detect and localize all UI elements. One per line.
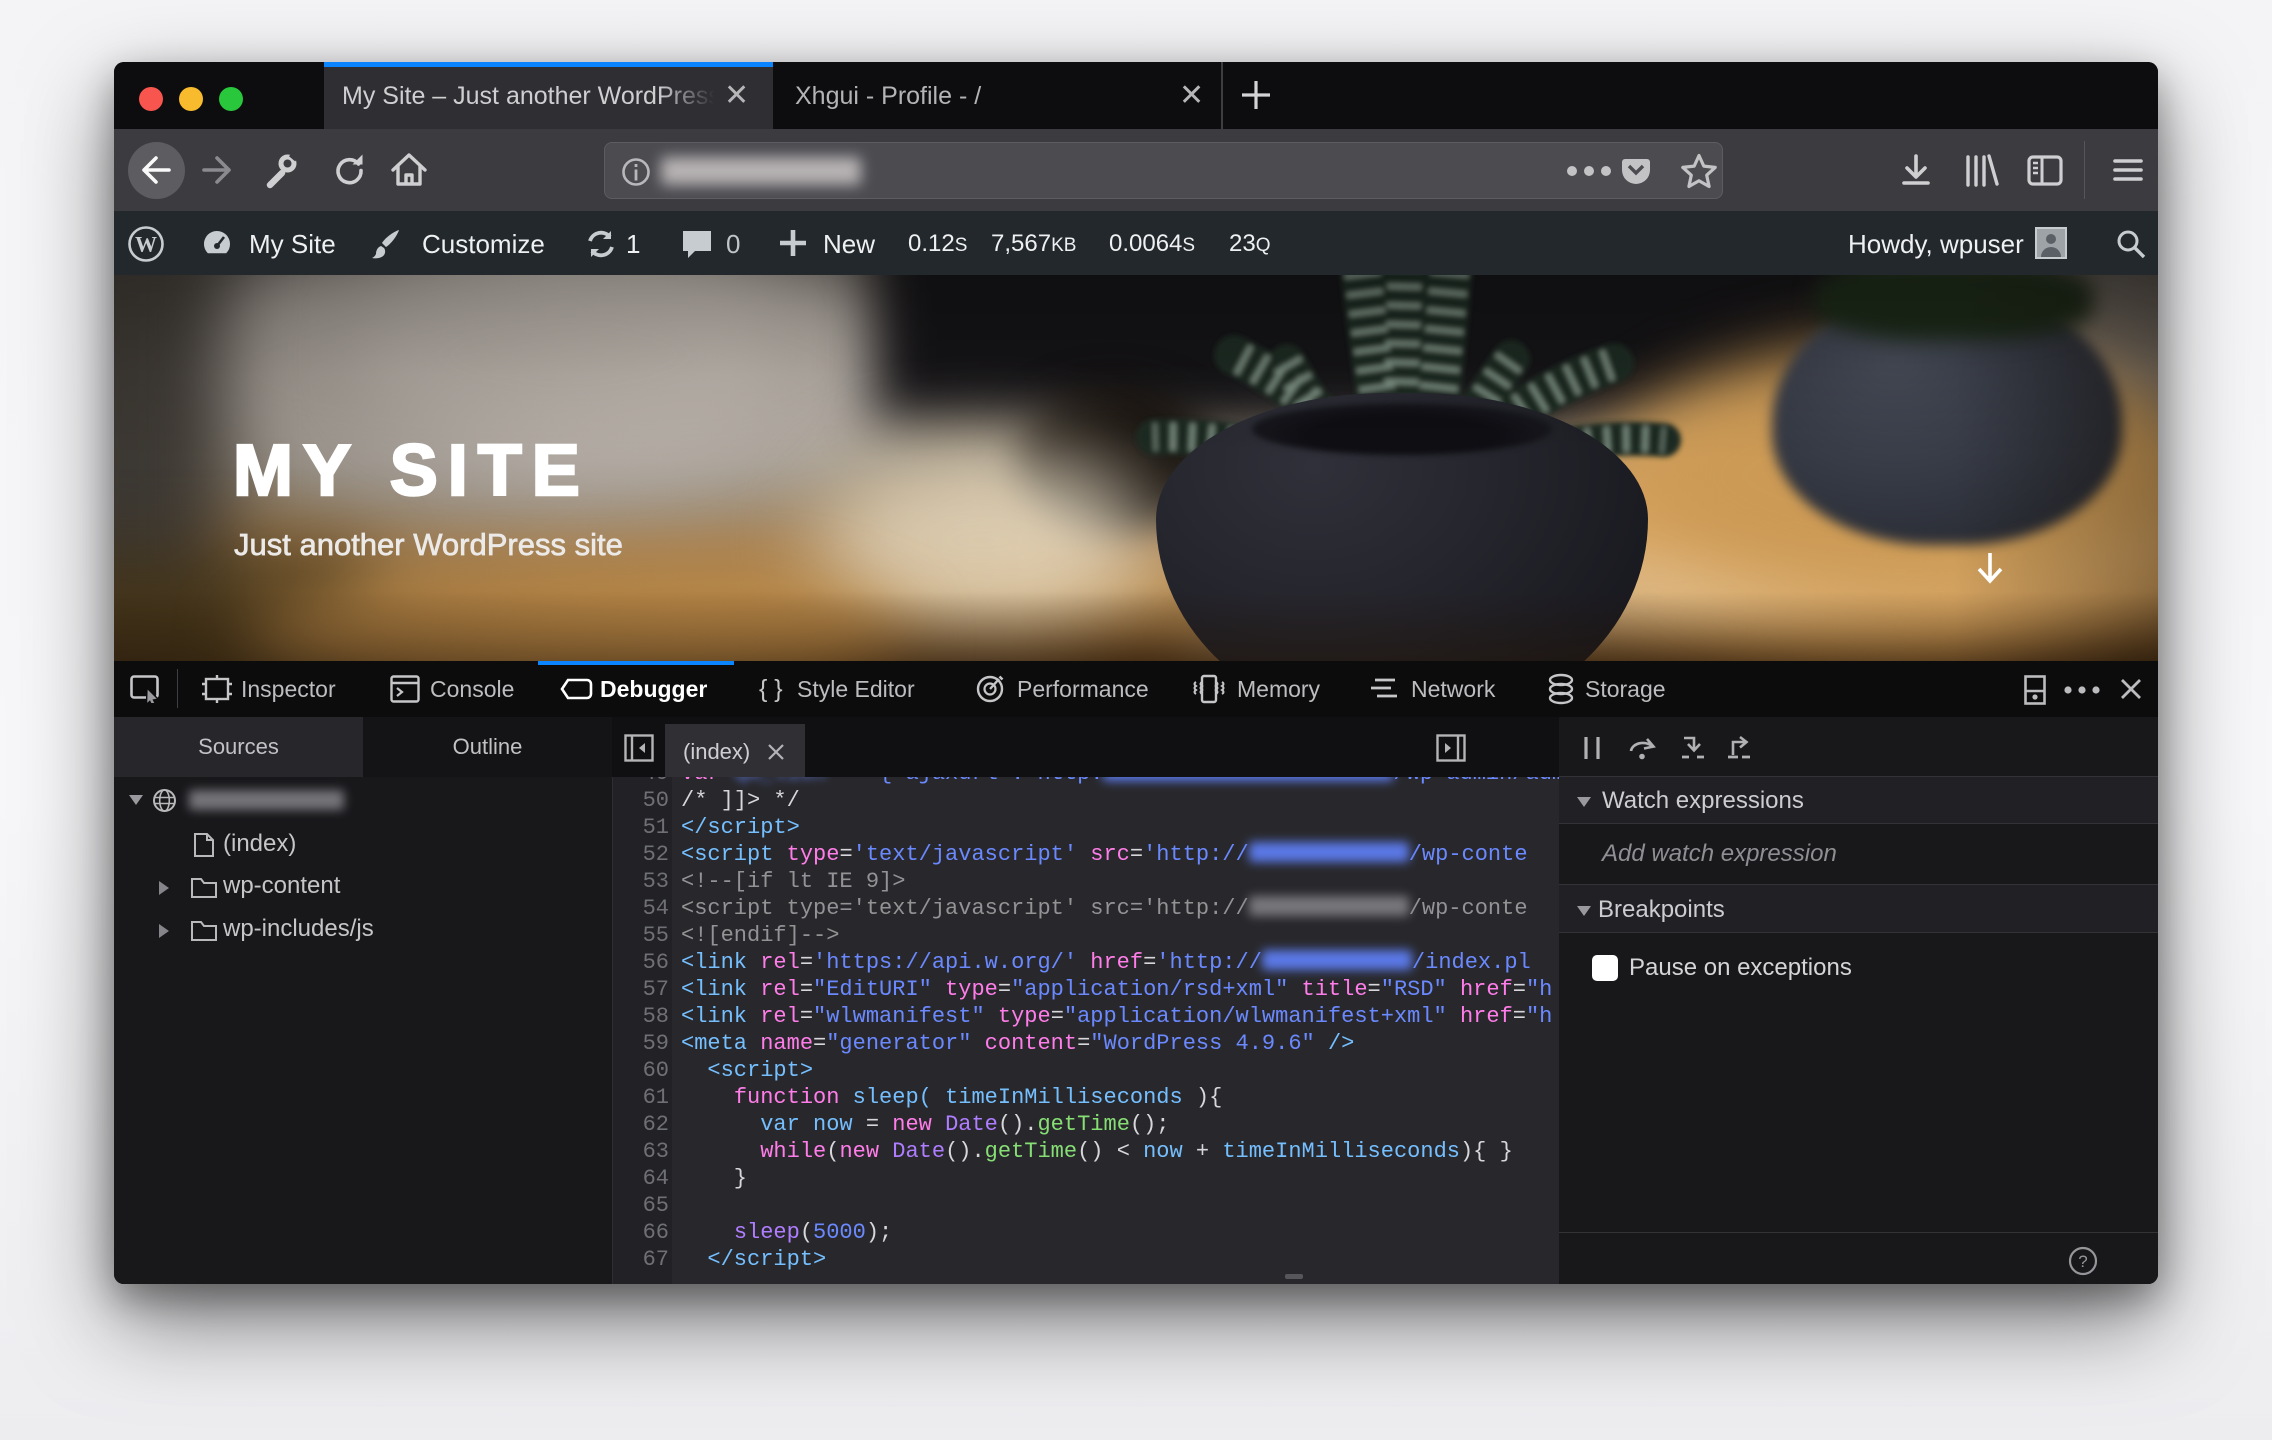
svg-text:?: ?: [2078, 1252, 2087, 1271]
svg-text:W: W: [135, 232, 157, 257]
